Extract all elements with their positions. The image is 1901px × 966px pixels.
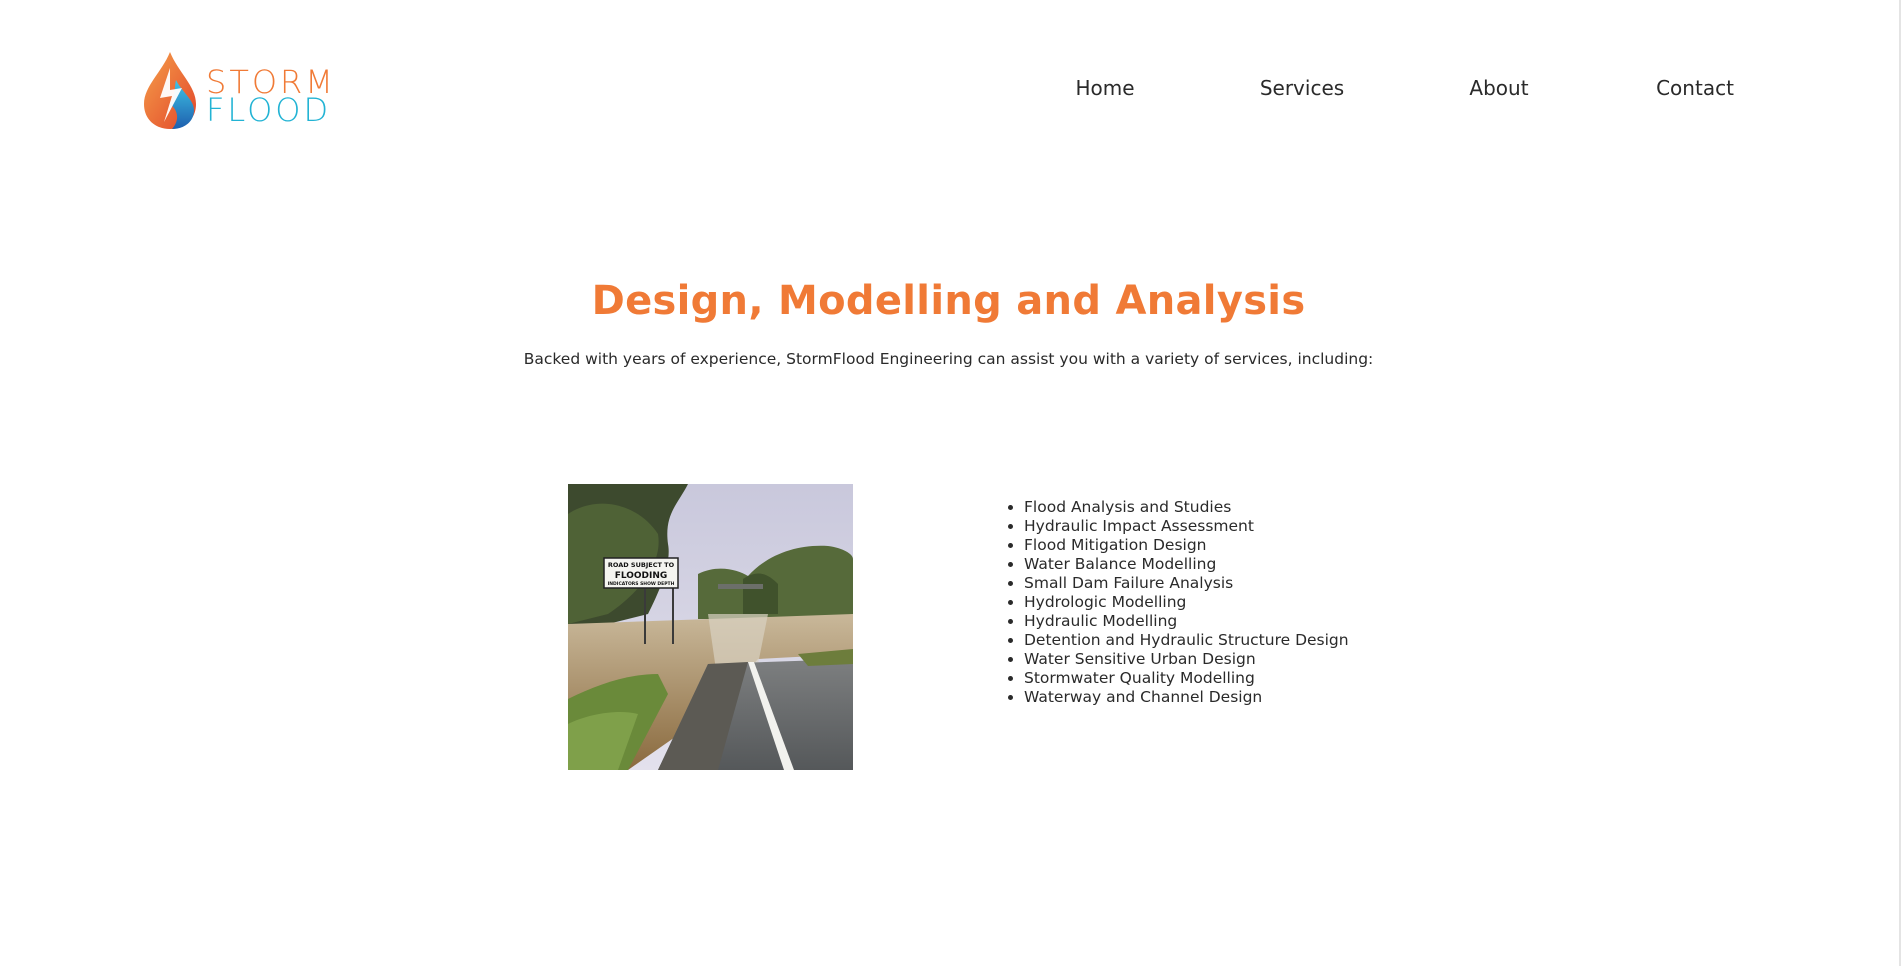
sign-line-3: INDICATORS SHOW DEPTH xyxy=(608,581,675,587)
main-nav: Home Services About Contact xyxy=(0,76,1901,106)
flooded-road-photo: ROAD SUBJECT TO FLOODING INDICATORS SHOW… xyxy=(568,484,853,770)
nav-link-home[interactable]: Home xyxy=(1075,76,1134,100)
list-item: Water Sensitive Urban Design xyxy=(1024,650,1349,669)
page: STORM FLOOD Home Services About Contact … xyxy=(0,0,1901,966)
intro-text: Backed with years of experience, StormFl… xyxy=(523,350,1374,368)
list-item: Detention and Hydraulic Structure Design xyxy=(1024,631,1349,650)
list-item: Hydrologic Modelling xyxy=(1024,593,1349,612)
services-list: Flood Analysis and Studies Hydraulic Imp… xyxy=(1006,498,1349,707)
sign-line-2: FLOODING xyxy=(615,571,668,581)
nav-link-services[interactable]: Services xyxy=(1260,76,1344,100)
sign-line-1: ROAD SUBJECT TO xyxy=(608,561,675,569)
list-item: Hydraulic Modelling xyxy=(1024,612,1349,631)
nav-link-about[interactable]: About xyxy=(1469,76,1528,100)
list-item: Water Balance Modelling xyxy=(1024,555,1349,574)
list-item: Hydraulic Impact Assessment xyxy=(1024,517,1349,536)
list-item: Flood Mitigation Design xyxy=(1024,536,1349,555)
nav-link-contact[interactable]: Contact xyxy=(1656,76,1734,100)
list-item: Flood Analysis and Studies xyxy=(1024,498,1349,517)
list-item: Waterway and Channel Design xyxy=(1024,688,1349,707)
list-item: Small Dam Failure Analysis xyxy=(1024,574,1349,593)
list-item: Stormwater Quality Modelling xyxy=(1024,669,1349,688)
page-title: Design, Modelling and Analysis xyxy=(591,278,1306,324)
